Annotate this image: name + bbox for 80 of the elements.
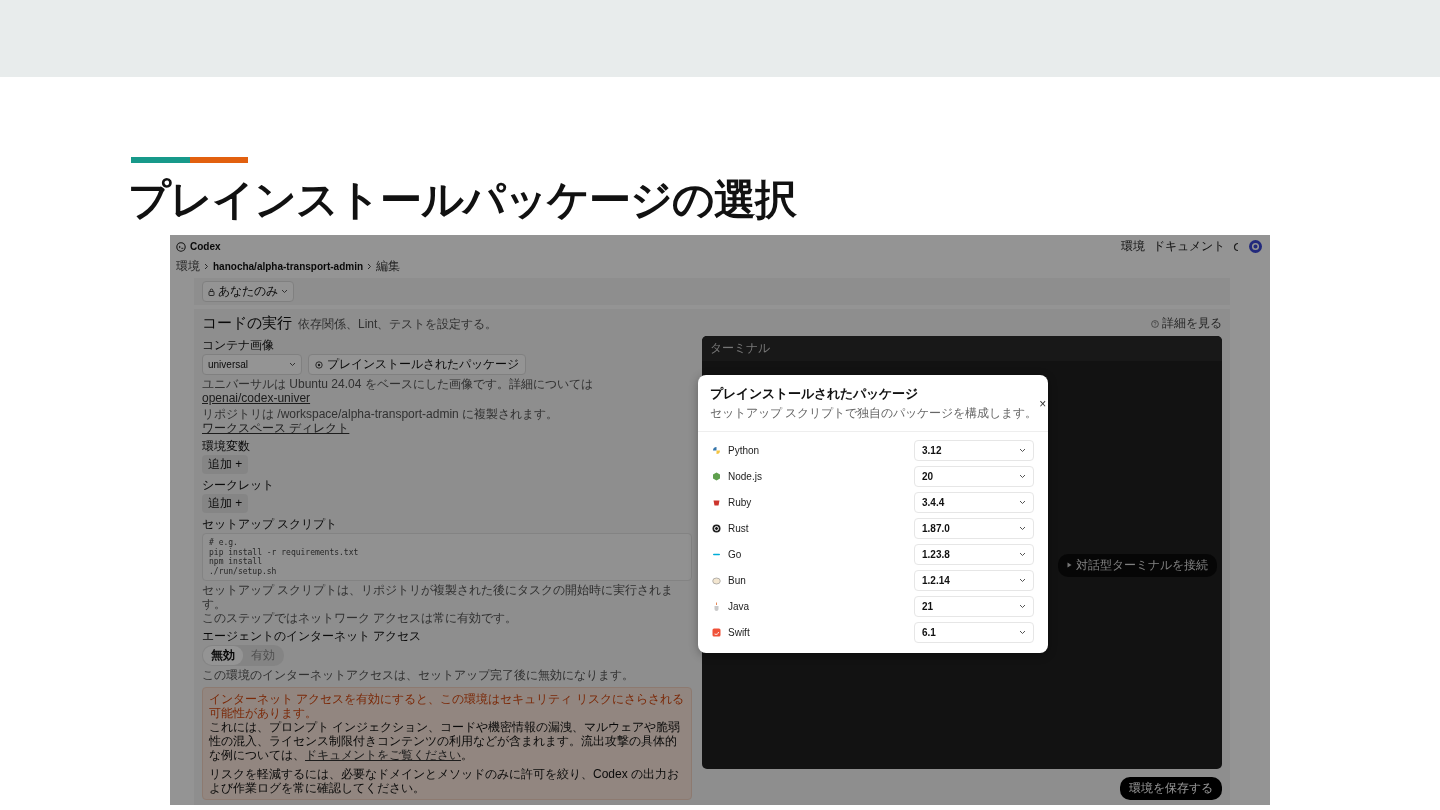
- field-label: エージェントのインターネット アクセス: [202, 629, 423, 643]
- version-select[interactable]: 1.2.14: [914, 570, 1034, 591]
- packages-button[interactable]: プレインストールされたパッケージ: [308, 354, 526, 375]
- setup-script-field[interactable]: # e.g. pip install -r requirements.txt npm install ./run/setup.sh: [202, 533, 692, 581]
- terminal-title: ターミナル: [702, 336, 1222, 361]
- ring-icon: [1233, 241, 1241, 252]
- package-name: Node.js: [728, 471, 762, 482]
- lock-icon: [208, 287, 215, 296]
- version-select[interactable]: 21: [914, 596, 1034, 617]
- chevron-icon: [367, 263, 372, 270]
- caret-icon: [1019, 526, 1026, 531]
- section-title: コードの実行: [202, 314, 292, 333]
- version-select[interactable]: 1.23.8: [914, 544, 1034, 565]
- field-label: コンテナ画像: [202, 338, 275, 352]
- caret-icon: [289, 362, 296, 367]
- save-button[interactable]: 環境を保存する: [1120, 777, 1222, 800]
- access-note: この環境のインターネットアクセスは、セットアップ完了後に無効になります。: [202, 668, 635, 682]
- caret-icon: [1019, 578, 1026, 583]
- docs-link[interactable]: ドキュメントをご覧ください: [305, 748, 461, 762]
- language-icon: [712, 602, 721, 611]
- breadcrumb-link[interactable]: hanocha/alpha-transport-admin: [213, 261, 363, 272]
- play-icon: [1066, 562, 1072, 568]
- help-link[interactable]: 詳細を見る: [1151, 315, 1222, 332]
- setup-script-note: セットアップ スクリプトは、リポジトリが複製された後にタスクの開始時に実行されます。 このステップではネットワーク アクセスは常に有効です。: [202, 583, 675, 625]
- field-label: シークレット: [202, 478, 275, 492]
- language-icon: [712, 472, 721, 481]
- language-icon: [712, 524, 721, 533]
- version-select[interactable]: 3.12: [914, 440, 1034, 461]
- caret-icon: [1019, 448, 1026, 453]
- breadcrumb-link[interactable]: 編集: [376, 258, 400, 275]
- package-name: Bun: [728, 575, 746, 586]
- language-icon: [712, 576, 721, 585]
- version-select[interactable]: 1.87.0: [914, 518, 1034, 539]
- version-select[interactable]: 20: [914, 466, 1034, 487]
- package-name: Ruby: [728, 497, 752, 508]
- access-option[interactable]: 無効: [203, 646, 243, 665]
- package-name: Swift: [728, 627, 750, 638]
- gear-icon: [315, 360, 323, 369]
- chevron-icon: [204, 263, 209, 270]
- warning-headline: インターネット アクセスを有効にすると、この環境はセキュリティ リスクにさらされる可能性があります。: [209, 692, 685, 720]
- logo-icon: [176, 241, 186, 252]
- close-button[interactable]: ×: [1037, 396, 1049, 411]
- dialog-subtitle: セットアップ スクリプトで独自のパッケージを構成します。: [710, 405, 1038, 422]
- image-select[interactable]: universal: [202, 354, 302, 375]
- caret-icon: [1019, 604, 1026, 609]
- add-button[interactable]: 追加 +: [202, 494, 249, 513]
- package-name: Python: [728, 445, 760, 456]
- warning-text: これには、プロンプト インジェクション、コードや機密情報の漏洩、マルウェアや脆弱性の混入、ライセンス制限付きコンテンツの利用などが含まれます。流出攻撃の具体的な例については、ドキュメントをご覧ください。: [209, 720, 682, 762]
- image-description: ユニバーサルは Ubuntu 24.04 をベースにした画像です。詳細については openai/codex-univer: [202, 377, 594, 405]
- version-select[interactable]: 3.4.4: [914, 492, 1034, 513]
- caret-icon: [1019, 474, 1026, 479]
- field-label: 環境変数: [202, 439, 251, 453]
- package-name: Rust: [728, 523, 749, 534]
- help-icon: [1151, 319, 1159, 328]
- visibility-dropdown[interactable]: あなたのみ: [202, 281, 294, 302]
- language-icon: [712, 498, 721, 507]
- image-description: リポジトリは /workspace/alpha-transport-admin に複製されます。 ワークスペース ディレクト: [202, 407, 560, 435]
- language-icon: [712, 628, 721, 637]
- warning-advice: リスクを軽減するには、必要なドメインとメソッドのみに許可を絞り、Codex の出力および作業ログを常に確認してください。: [209, 767, 681, 795]
- nav-link[interactable]: ドキュメント: [1153, 238, 1225, 255]
- field-label: セットアップ スクリプト: [202, 517, 339, 531]
- app-name: Codex: [190, 241, 221, 252]
- caret-icon: [1019, 630, 1026, 635]
- package-name: Go: [728, 549, 742, 560]
- connect-terminal-button[interactable]: 対話型ターミナルを接続: [1057, 553, 1217, 577]
- add-button[interactable]: 追加 +: [202, 455, 249, 474]
- caret-icon: [281, 289, 288, 294]
- dialog-title: プレインストールされたパッケージ: [710, 385, 919, 403]
- breadcrumb-link[interactable]: 環境: [176, 258, 200, 275]
- section-subtitle: 依存関係、Lint、テストを設定する。: [298, 316, 498, 333]
- caret-icon: [1019, 552, 1026, 557]
- nav-link[interactable]: 環境: [1121, 238, 1145, 255]
- slide-title: プレインストールパッケージの選択: [128, 175, 798, 225]
- description-link[interactable]: openai/codex-univer: [202, 391, 311, 405]
- version-select[interactable]: 6.1: [914, 622, 1034, 643]
- package-name: Java: [728, 601, 750, 612]
- language-icon: [712, 446, 721, 455]
- caret-icon: [1019, 500, 1026, 505]
- avatar-icon: [1249, 240, 1262, 253]
- description-link[interactable]: ワークスペース ディレクト: [202, 421, 350, 435]
